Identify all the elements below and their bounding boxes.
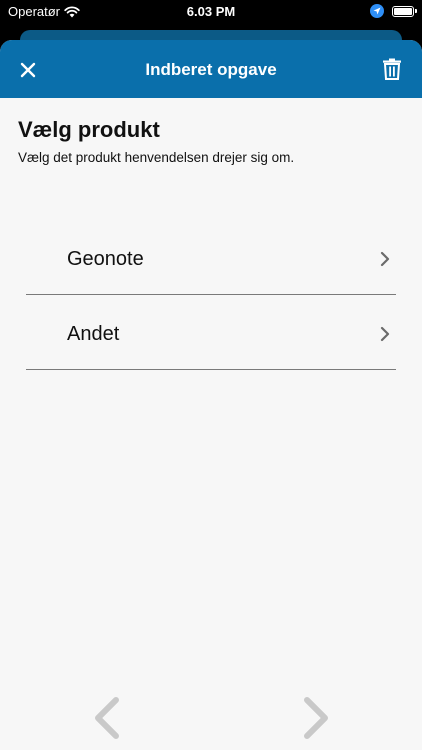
report-task-sheet: Indberet opgave Vælg produkt Vælg det pr… xyxy=(0,40,422,750)
battery-level xyxy=(394,7,412,15)
product-list: Geonote Andet xyxy=(26,221,396,370)
delete-button[interactable] xyxy=(378,55,406,83)
location-icon xyxy=(370,4,384,18)
previous-button[interactable] xyxy=(92,696,122,740)
page-subtitle: Vælg det produkt henvendelsen drejer sig… xyxy=(18,150,295,165)
product-item-andet[interactable]: Andet xyxy=(26,296,396,370)
product-label: Geonote xyxy=(67,248,144,270)
battery-tip xyxy=(415,9,417,13)
trash-icon xyxy=(383,58,401,80)
status-time: 6.03 PM xyxy=(186,4,236,19)
product-item-geonote[interactable]: Geonote xyxy=(26,221,396,295)
battery-icon xyxy=(392,5,417,17)
chevron-right-icon xyxy=(380,326,390,342)
status-bar: Operatør 6.03 PM xyxy=(0,0,422,24)
status-right-group xyxy=(370,4,417,18)
product-label: Andet xyxy=(67,323,120,345)
page-title: Vælg produkt xyxy=(18,117,160,142)
navigation-bar: Indberet opgave xyxy=(0,40,422,98)
chevron-right-icon xyxy=(380,251,390,267)
next-button[interactable] xyxy=(301,696,331,740)
nav-title: Indberet opgave xyxy=(145,60,277,79)
